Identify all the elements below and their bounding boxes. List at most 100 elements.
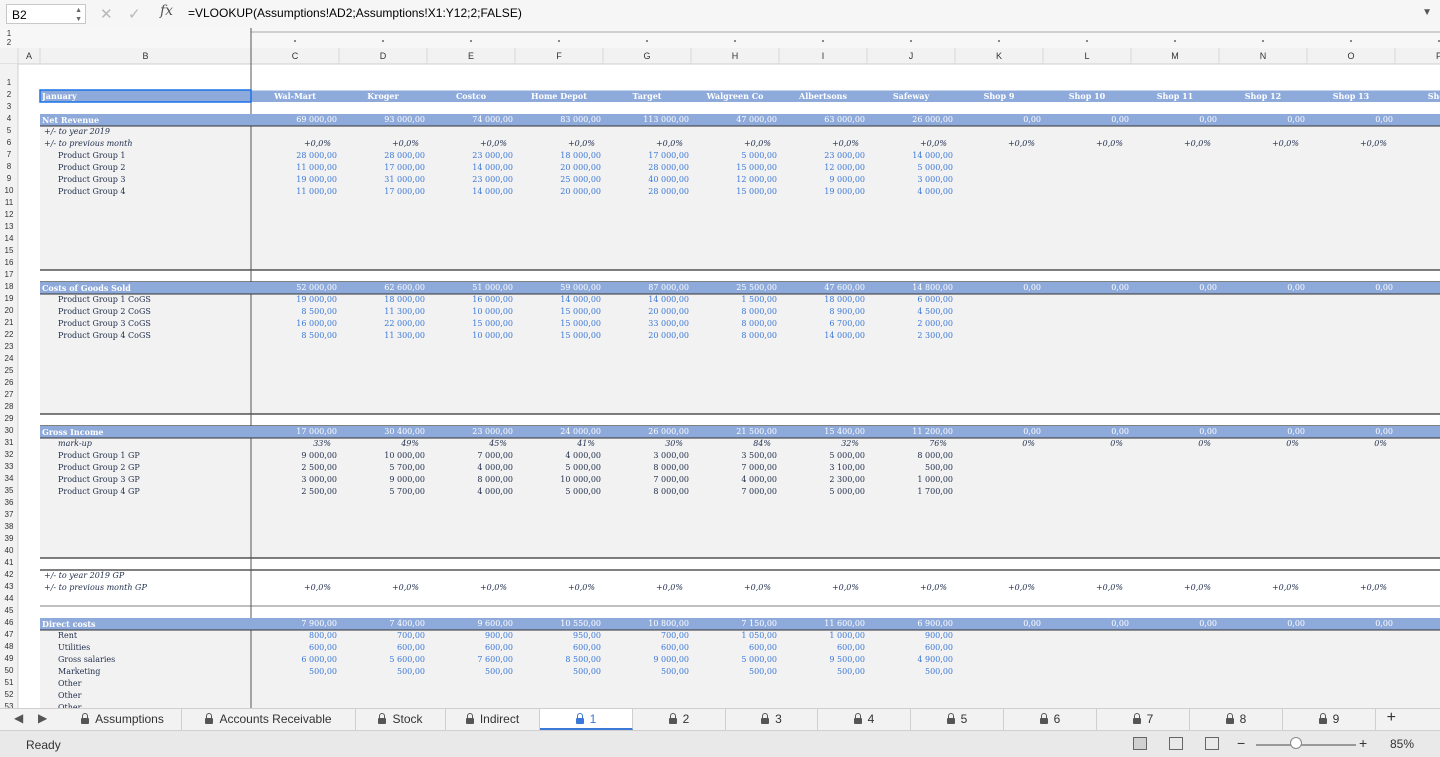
- row-header[interactable]: 3: [0, 101, 18, 113]
- sheet-tab-6[interactable]: 6: [1004, 709, 1097, 730]
- row-header[interactable]: 51: [0, 677, 18, 689]
- row-header[interactable]: 22: [0, 329, 18, 341]
- sheet-tab-7[interactable]: 7: [1097, 709, 1190, 730]
- tab-scroll-right-icon[interactable]: ▶: [38, 711, 47, 725]
- outline-level-button[interactable]: 2: [0, 38, 18, 47]
- row-header[interactable]: 12: [0, 209, 18, 221]
- zoom-slider-handle[interactable]: [1290, 737, 1302, 749]
- row-header[interactable]: 36: [0, 497, 18, 509]
- name-box-stepper-icon[interactable]: ▲ ▼: [75, 6, 82, 24]
- row-header[interactable]: 42: [0, 569, 18, 581]
- column-header-o[interactable]: O: [1307, 51, 1395, 61]
- zoom-in-button[interactable]: +: [1359, 735, 1367, 751]
- column-header-g[interactable]: G: [603, 51, 691, 61]
- sheet-tab-4[interactable]: 4: [818, 709, 911, 730]
- row-header[interactable]: 9: [0, 173, 18, 185]
- column-header-m[interactable]: M: [1131, 51, 1219, 61]
- row-header[interactable]: 44: [0, 593, 18, 605]
- row-header[interactable]: 46: [0, 617, 18, 629]
- row-header[interactable]: 23: [0, 341, 18, 353]
- outline-level-button[interactable]: 1: [0, 29, 18, 38]
- sheet-tab-1[interactable]: 1: [540, 709, 633, 730]
- row-header[interactable]: 5: [0, 125, 18, 137]
- row-header[interactable]: 49: [0, 653, 18, 665]
- row-header[interactable]: 2: [0, 89, 18, 101]
- row-header[interactable]: 41: [0, 557, 18, 569]
- column-header-f[interactable]: F: [515, 51, 603, 61]
- row-header[interactable]: 52: [0, 689, 18, 701]
- row-header[interactable]: 27: [0, 389, 18, 401]
- row-header[interactable]: 37: [0, 509, 18, 521]
- row-header[interactable]: 30: [0, 425, 18, 437]
- row-header[interactable]: 17: [0, 269, 18, 281]
- zoom-out-button[interactable]: −: [1237, 735, 1245, 751]
- row-header[interactable]: 35: [0, 485, 18, 497]
- formula-input[interactable]: =VLOOKUP(Assumptions!AD2;Assumptions!X1:…: [188, 6, 522, 20]
- row-header[interactable]: 18: [0, 281, 18, 293]
- column-header-p[interactable]: P: [1395, 51, 1440, 61]
- row-header[interactable]: 47: [0, 629, 18, 641]
- row-header[interactable]: 40: [0, 545, 18, 557]
- sheet-tab-stock[interactable]: Stock: [356, 709, 446, 730]
- sheet-tab-accounts-receivable[interactable]: Accounts Receivable: [182, 709, 356, 730]
- row-header[interactable]: 50: [0, 665, 18, 677]
- page-break-view-icon[interactable]: [1205, 737, 1219, 750]
- row-header[interactable]: 28: [0, 401, 18, 413]
- row-header[interactable]: 26: [0, 377, 18, 389]
- zoom-slider[interactable]: [1256, 744, 1356, 746]
- row-header[interactable]: 48: [0, 641, 18, 653]
- row-header[interactable]: 24: [0, 353, 18, 365]
- column-header-l[interactable]: L: [1043, 51, 1131, 61]
- row-header[interactable]: 25: [0, 365, 18, 377]
- column-header-k[interactable]: K: [955, 51, 1043, 61]
- column-header-n[interactable]: N: [1219, 51, 1307, 61]
- column-header-a[interactable]: A: [18, 51, 40, 61]
- column-header-b[interactable]: B: [40, 51, 251, 61]
- column-header-c[interactable]: C: [251, 51, 339, 61]
- tab-scroll-left-icon[interactable]: ◀: [14, 711, 23, 725]
- row-header[interactable]: 31: [0, 437, 18, 449]
- confirm-icon[interactable]: ✓: [128, 5, 141, 23]
- row-header[interactable]: 32: [0, 449, 18, 461]
- row-header[interactable]: 45: [0, 605, 18, 617]
- row-header[interactable]: 6: [0, 137, 18, 149]
- row-header[interactable]: 20: [0, 305, 18, 317]
- cancel-icon[interactable]: ✕: [100, 5, 113, 23]
- sheet-tab-3[interactable]: 3: [726, 709, 818, 730]
- add-sheet-button[interactable]: +: [1387, 709, 1396, 727]
- fx-icon[interactable]: fx: [160, 3, 173, 19]
- row-header[interactable]: 1: [0, 77, 18, 89]
- row-header[interactable]: 4: [0, 113, 18, 125]
- column-header-e[interactable]: E: [427, 51, 515, 61]
- column-header-d[interactable]: D: [339, 51, 427, 61]
- name-box[interactable]: B2 ▲ ▼: [6, 4, 86, 24]
- row-header[interactable]: 11: [0, 197, 18, 209]
- row-header[interactable]: 14: [0, 233, 18, 245]
- row-header[interactable]: 7: [0, 149, 18, 161]
- column-header-j[interactable]: J: [867, 51, 955, 61]
- sheet-tab-2[interactable]: 2: [633, 709, 726, 730]
- row-header[interactable]: 19: [0, 293, 18, 305]
- row-header[interactable]: 21: [0, 317, 18, 329]
- page-layout-view-icon[interactable]: [1169, 737, 1183, 750]
- row-header[interactable]: 38: [0, 521, 18, 533]
- sheet-tab-indirect[interactable]: Indirect: [446, 709, 540, 730]
- row-header[interactable]: 53: [0, 701, 18, 708]
- sheet-tab-assumptions[interactable]: Assumptions: [64, 709, 182, 730]
- row-header[interactable]: 13: [0, 221, 18, 233]
- row-header[interactable]: 8: [0, 161, 18, 173]
- row-header[interactable]: 33: [0, 461, 18, 473]
- formula-expand-icon[interactable]: ▼: [1422, 7, 1432, 18]
- column-header-i[interactable]: I: [779, 51, 867, 61]
- column-header-h[interactable]: H: [691, 51, 779, 61]
- row-header[interactable]: 10: [0, 185, 18, 197]
- row-header[interactable]: 29: [0, 413, 18, 425]
- sheet-tab-8[interactable]: 8: [1190, 709, 1283, 730]
- row-header[interactable]: 39: [0, 533, 18, 545]
- row-header[interactable]: 16: [0, 257, 18, 269]
- sheet-tab-5[interactable]: 5: [911, 709, 1004, 730]
- normal-view-icon[interactable]: [1133, 737, 1147, 750]
- row-header[interactable]: 34: [0, 473, 18, 485]
- row-header[interactable]: 43: [0, 581, 18, 593]
- row-header[interactable]: 15: [0, 245, 18, 257]
